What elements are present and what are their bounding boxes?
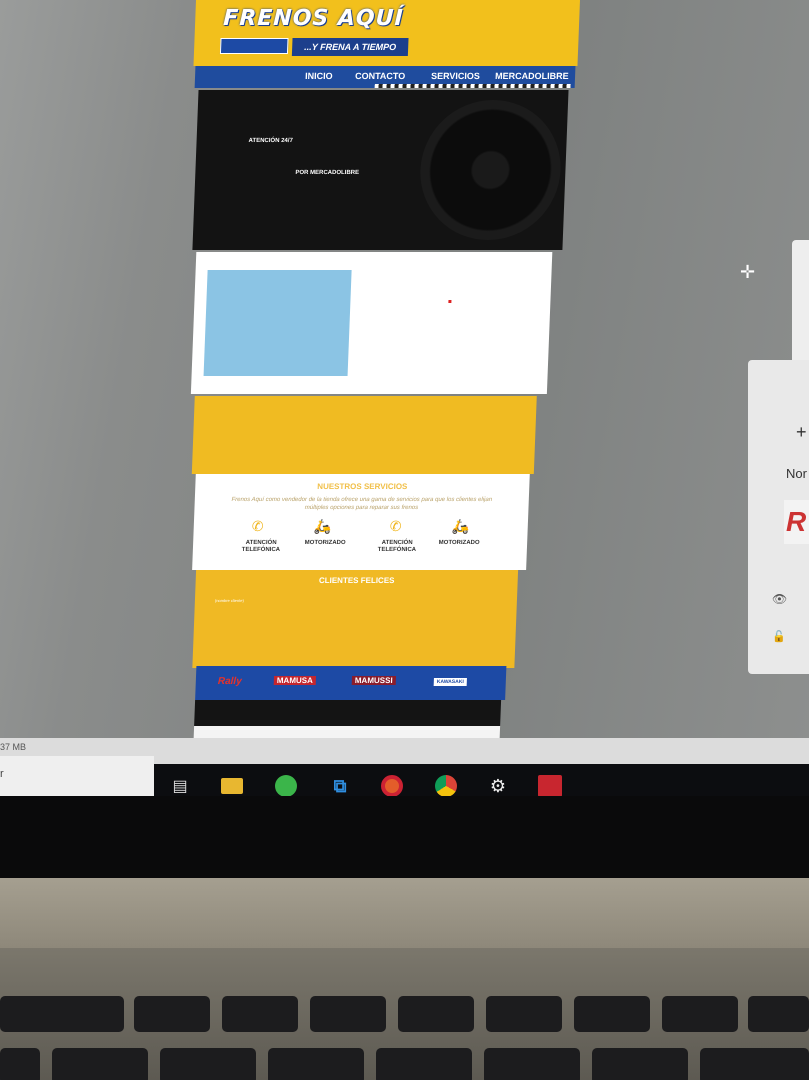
chrome-circle <box>435 775 457 797</box>
nav-underline <box>374 84 571 88</box>
red-dot <box>448 300 452 303</box>
logo-title: FRENOS AQUÍ <box>222 6 405 31</box>
scooter-icon: 🛵 <box>313 518 332 534</box>
service-label: MOTORIZADO <box>304 540 346 546</box>
keyboard-key <box>310 996 386 1032</box>
keyboard-key <box>52 1048 148 1080</box>
task-view-icon[interactable]: ▤ <box>168 774 192 798</box>
red-square <box>538 775 562 797</box>
about-image <box>203 270 352 376</box>
file-explorer-icon[interactable] <box>220 774 244 798</box>
hero-line1: ATENCIÓN 24/7 <box>248 138 293 144</box>
hero-line2: POR MERCADOLIBRE <box>295 170 360 176</box>
nav-contacto[interactable]: CONTACTO <box>355 71 406 81</box>
logo-slogan: ...Y FRENA A TIEMPO <box>291 38 409 56</box>
layer-thumb-logo-icon: R <box>786 506 807 537</box>
keyboard-key <box>398 996 474 1032</box>
brands-strip: Rally MAMUSA MAMUSSI KAWASAKI <box>195 666 507 700</box>
scooter-icon: 🛵 <box>451 518 470 534</box>
keyboard-key <box>160 1048 256 1080</box>
lock-icon[interactable]: 🔓 <box>772 630 786 643</box>
keyboard-key <box>662 996 738 1032</box>
keyboard-key <box>376 1048 472 1080</box>
keyboard-key <box>0 1048 40 1080</box>
site-header: FRENOS AQUÍ ...Y FRENA A TIEMPO <box>193 0 580 66</box>
brand-mamusa: MAMUSA <box>273 676 317 685</box>
nav-inicio[interactable]: INICIO <box>305 71 333 81</box>
vscode-icon[interactable]: ⧉ <box>328 774 352 798</box>
keyboard-key <box>48 996 124 1032</box>
keyboard-key <box>484 1048 580 1080</box>
brake-disc-image <box>417 100 564 240</box>
hero-banner: ATENCIÓN 24/7 POR MERCADOLIBRE <box>192 90 569 250</box>
yellow-band <box>191 396 537 474</box>
phone-icon: ✆ <box>251 518 264 534</box>
service-label: ATENCIÓN TELEFÓNICA <box>377 540 417 553</box>
keyboard-key <box>574 996 650 1032</box>
search-box[interactable]: r <box>0 756 154 796</box>
add-button[interactable]: + <box>796 422 807 443</box>
app-orange-icon[interactable] <box>380 774 404 798</box>
website-preview: FRENOS AQUÍ ...Y FRENA A TIEMPO INICIO C… <box>167 0 580 745</box>
brand-rally: Rally <box>217 676 242 687</box>
phone-icon: ✆ <box>389 518 402 534</box>
laptop-bezel <box>0 878 809 948</box>
eye-icon[interactable]: 👁 <box>772 592 787 606</box>
keyboard-key <box>748 996 809 1032</box>
settings-icon[interactable]: ⚙ <box>486 774 510 798</box>
services-title: NUESTROS SERVICIOS <box>317 482 408 491</box>
memory-status: 37 MB <box>0 742 27 752</box>
clients-sub: (nombre cliente) <box>214 598 244 603</box>
site-navbar: INICIO CONTACTO SERVICIOS MERCADOLIBRE <box>194 66 576 88</box>
green-circle <box>275 775 297 797</box>
brand-mamussi: MAMUSSI <box>351 676 396 685</box>
about-section <box>190 252 553 394</box>
clients-section: CLIENTES FELICES (nombre cliente) <box>192 570 519 668</box>
layers-panel: + Nor R 👁 🔓 <box>748 360 809 674</box>
panel-label: Nor <box>786 466 807 481</box>
keyboard-key <box>268 1048 364 1080</box>
service-label: ATENCIÓN TELEFÓNICA <box>241 540 281 553</box>
brand-kawasaki: KAWASAKI <box>433 678 467 686</box>
clients-title: CLIENTES FELICES <box>318 576 395 585</box>
keyboard-key <box>700 1048 809 1080</box>
logo-badge <box>219 38 289 54</box>
search-text: r <box>0 768 4 780</box>
folder-shape <box>221 778 243 794</box>
keyboard-key <box>486 996 562 1032</box>
crosshair-cursor-icon: ✛ <box>740 262 756 282</box>
nav-servicios[interactable]: SERVICIOS <box>431 71 480 81</box>
layer-thumb[interactable]: R <box>784 500 809 544</box>
app-green-icon[interactable] <box>274 774 298 798</box>
app-red-icon[interactable] <box>538 774 562 798</box>
keyboard-key <box>222 996 298 1032</box>
services-desc: Frenos Aquí como vendedor de la tienda o… <box>231 497 493 511</box>
keyboard-key <box>592 1048 688 1080</box>
orange-circle <box>381 775 403 797</box>
nav-mercadolibre[interactable]: MERCADOLIBRE <box>495 71 569 81</box>
services-section: NUESTROS SERVICIOS Frenos Aquí como vend… <box>192 474 530 570</box>
service-label: MOTORIZADO <box>438 540 480 546</box>
chrome-icon[interactable] <box>434 774 458 798</box>
laptop-keyboard-deck <box>0 948 809 1080</box>
side-panel-top <box>792 240 809 366</box>
site-footer <box>194 700 502 726</box>
photo-of-laptop-screen: FRENOS AQUÍ ...Y FRENA A TIEMPO INICIO C… <box>0 0 809 1080</box>
keyboard-key <box>134 996 210 1032</box>
